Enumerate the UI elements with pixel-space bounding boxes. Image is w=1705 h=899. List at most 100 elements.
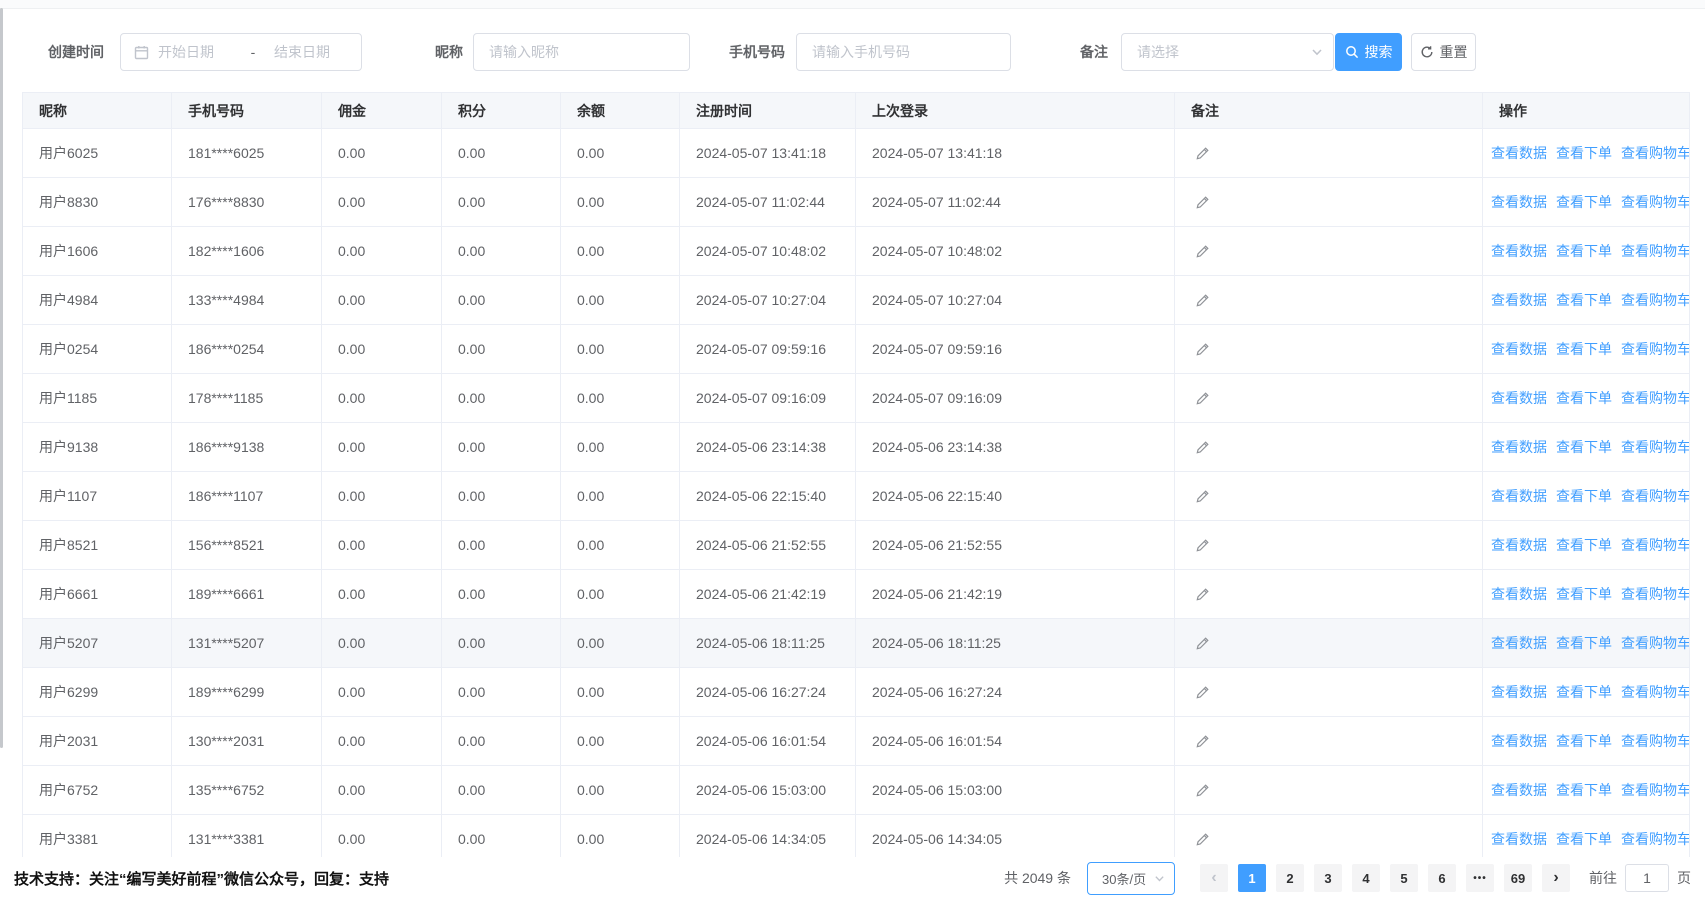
action-link[interactable]: 查看数据 bbox=[1491, 780, 1547, 800]
cell-last-login: 2024-05-06 15:03:00 bbox=[856, 766, 1175, 815]
cell-phone: 130****2031 bbox=[172, 717, 322, 766]
pager-page-2[interactable]: 2 bbox=[1276, 864, 1304, 892]
search-button[interactable]: 搜索 bbox=[1335, 33, 1402, 71]
action-link[interactable]: 查看数据 bbox=[1491, 388, 1547, 408]
action-link[interactable]: 查看购物车 bbox=[1621, 633, 1689, 653]
start-date-placeholder: 开始日期 bbox=[158, 42, 244, 62]
table-row: 用户1107 186****1107 0.00 0.00 0.00 2024-0… bbox=[23, 472, 1689, 521]
action-link[interactable]: 查看数据 bbox=[1491, 682, 1547, 702]
action-link[interactable]: 查看下单 bbox=[1556, 780, 1612, 800]
action-link[interactable]: 查看下单 bbox=[1556, 192, 1612, 212]
action-link[interactable]: 查看下单 bbox=[1556, 829, 1612, 849]
edit-pencil-icon[interactable] bbox=[1195, 587, 1210, 602]
action-link[interactable]: 查看购物车 bbox=[1621, 388, 1689, 408]
action-link[interactable]: 查看下单 bbox=[1556, 682, 1612, 702]
end-date-placeholder: 结束日期 bbox=[274, 42, 330, 62]
edit-pencil-icon[interactable] bbox=[1195, 489, 1210, 504]
action-link[interactable]: 查看数据 bbox=[1491, 192, 1547, 212]
action-link[interactable]: 查看购物车 bbox=[1621, 290, 1689, 310]
edit-pencil-icon[interactable] bbox=[1195, 538, 1210, 553]
cell-points: 0.00 bbox=[442, 766, 561, 815]
cell-register-time: 2024-05-07 10:27:04 bbox=[680, 276, 856, 325]
action-link[interactable]: 查看数据 bbox=[1491, 290, 1547, 310]
edit-pencil-icon[interactable] bbox=[1195, 146, 1210, 161]
edit-pencil-icon[interactable] bbox=[1195, 342, 1210, 357]
pager-page-1[interactable]: 1 bbox=[1238, 864, 1266, 892]
calendar-icon bbox=[134, 45, 149, 60]
phone-input[interactable] bbox=[796, 33, 1011, 71]
cell-remark bbox=[1175, 423, 1483, 472]
action-link[interactable]: 查看数据 bbox=[1491, 535, 1547, 555]
edit-pencil-icon[interactable] bbox=[1195, 832, 1210, 847]
action-link[interactable]: 查看下单 bbox=[1556, 486, 1612, 506]
chevron-down-icon bbox=[1311, 46, 1323, 58]
total-count: 共 2049 条 bbox=[1004, 868, 1071, 888]
action-link[interactable]: 查看下单 bbox=[1556, 241, 1612, 261]
action-link[interactable]: 查看购物车 bbox=[1621, 339, 1689, 359]
pager-page-6[interactable]: 6 bbox=[1428, 864, 1456, 892]
remark-select[interactable]: 请选择 bbox=[1121, 33, 1334, 71]
action-link[interactable]: 查看购物车 bbox=[1621, 241, 1689, 261]
action-link[interactable]: 查看数据 bbox=[1491, 584, 1547, 604]
action-link[interactable]: 查看购物车 bbox=[1621, 780, 1689, 800]
nickname-input[interactable] bbox=[473, 33, 690, 71]
chevron-right-icon: › bbox=[1553, 869, 1558, 887]
action-link[interactable]: 查看数据 bbox=[1491, 143, 1547, 163]
action-link[interactable]: 查看购物车 bbox=[1621, 192, 1689, 212]
edit-pencil-icon[interactable] bbox=[1195, 244, 1210, 259]
column-header-4: 余额 bbox=[561, 93, 680, 129]
action-link[interactable]: 查看数据 bbox=[1491, 633, 1547, 653]
pager-page-69[interactable]: 69 bbox=[1504, 864, 1532, 892]
action-link[interactable]: 查看数据 bbox=[1491, 731, 1547, 751]
cell-points: 0.00 bbox=[442, 325, 561, 374]
action-link[interactable]: 查看购物车 bbox=[1621, 437, 1689, 457]
date-range-picker[interactable]: 开始日期 - 结束日期 bbox=[120, 33, 362, 71]
pager-prev-button[interactable]: ‹ bbox=[1200, 864, 1228, 892]
cell-phone: 186****9138 bbox=[172, 423, 322, 472]
pager-page-4[interactable]: 4 bbox=[1352, 864, 1380, 892]
action-link[interactable]: 查看购物车 bbox=[1621, 731, 1689, 751]
reset-button[interactable]: 重置 bbox=[1411, 33, 1476, 71]
action-link[interactable]: 查看数据 bbox=[1491, 339, 1547, 359]
pager-page-5[interactable]: 5 bbox=[1390, 864, 1418, 892]
action-link[interactable]: 查看数据 bbox=[1491, 437, 1547, 457]
page-size-select[interactable]: 30条/页 bbox=[1087, 862, 1175, 895]
action-link[interactable]: 查看购物车 bbox=[1621, 584, 1689, 604]
edit-pencil-icon[interactable] bbox=[1195, 440, 1210, 455]
action-link[interactable]: 查看购物车 bbox=[1621, 829, 1689, 849]
pager-page-3[interactable]: 3 bbox=[1314, 864, 1342, 892]
edit-pencil-icon[interactable] bbox=[1195, 783, 1210, 798]
action-link[interactable]: 查看数据 bbox=[1491, 829, 1547, 849]
action-link[interactable]: 查看购物车 bbox=[1621, 143, 1689, 163]
edit-pencil-icon[interactable] bbox=[1195, 685, 1210, 700]
action-link[interactable]: 查看下单 bbox=[1556, 143, 1612, 163]
cell-balance: 0.00 bbox=[561, 374, 680, 423]
table-row: 用户6025 181****6025 0.00 0.00 0.00 2024-0… bbox=[23, 129, 1689, 178]
edit-pencil-icon[interactable] bbox=[1195, 391, 1210, 406]
edit-pencil-icon[interactable] bbox=[1195, 195, 1210, 210]
action-link[interactable]: 查看数据 bbox=[1491, 486, 1547, 506]
action-link[interactable]: 查看下单 bbox=[1556, 633, 1612, 653]
edit-pencil-icon[interactable] bbox=[1195, 636, 1210, 651]
action-link[interactable]: 查看购物车 bbox=[1621, 682, 1689, 702]
action-link[interactable]: 查看下单 bbox=[1556, 290, 1612, 310]
cell-points: 0.00 bbox=[442, 374, 561, 423]
action-link[interactable]: 查看购物车 bbox=[1621, 535, 1689, 555]
pager-more-button[interactable]: ••• bbox=[1466, 864, 1494, 892]
goto-page-input[interactable] bbox=[1625, 864, 1669, 892]
action-link[interactable]: 查看下单 bbox=[1556, 731, 1612, 751]
cell-phone: 135****6752 bbox=[172, 766, 322, 815]
left-scrollbar[interactable] bbox=[0, 8, 3, 748]
action-link[interactable]: 查看下单 bbox=[1556, 535, 1612, 555]
cell-points: 0.00 bbox=[442, 227, 561, 276]
edit-pencil-icon[interactable] bbox=[1195, 293, 1210, 308]
action-link[interactable]: 查看购物车 bbox=[1621, 486, 1689, 506]
action-link[interactable]: 查看数据 bbox=[1491, 241, 1547, 261]
action-link[interactable]: 查看下单 bbox=[1556, 584, 1612, 604]
action-link[interactable]: 查看下单 bbox=[1556, 339, 1612, 359]
cell-commission: 0.00 bbox=[322, 374, 442, 423]
action-link[interactable]: 查看下单 bbox=[1556, 437, 1612, 457]
edit-pencil-icon[interactable] bbox=[1195, 734, 1210, 749]
pager-next-button[interactable]: › bbox=[1542, 864, 1570, 892]
action-link[interactable]: 查看下单 bbox=[1556, 388, 1612, 408]
